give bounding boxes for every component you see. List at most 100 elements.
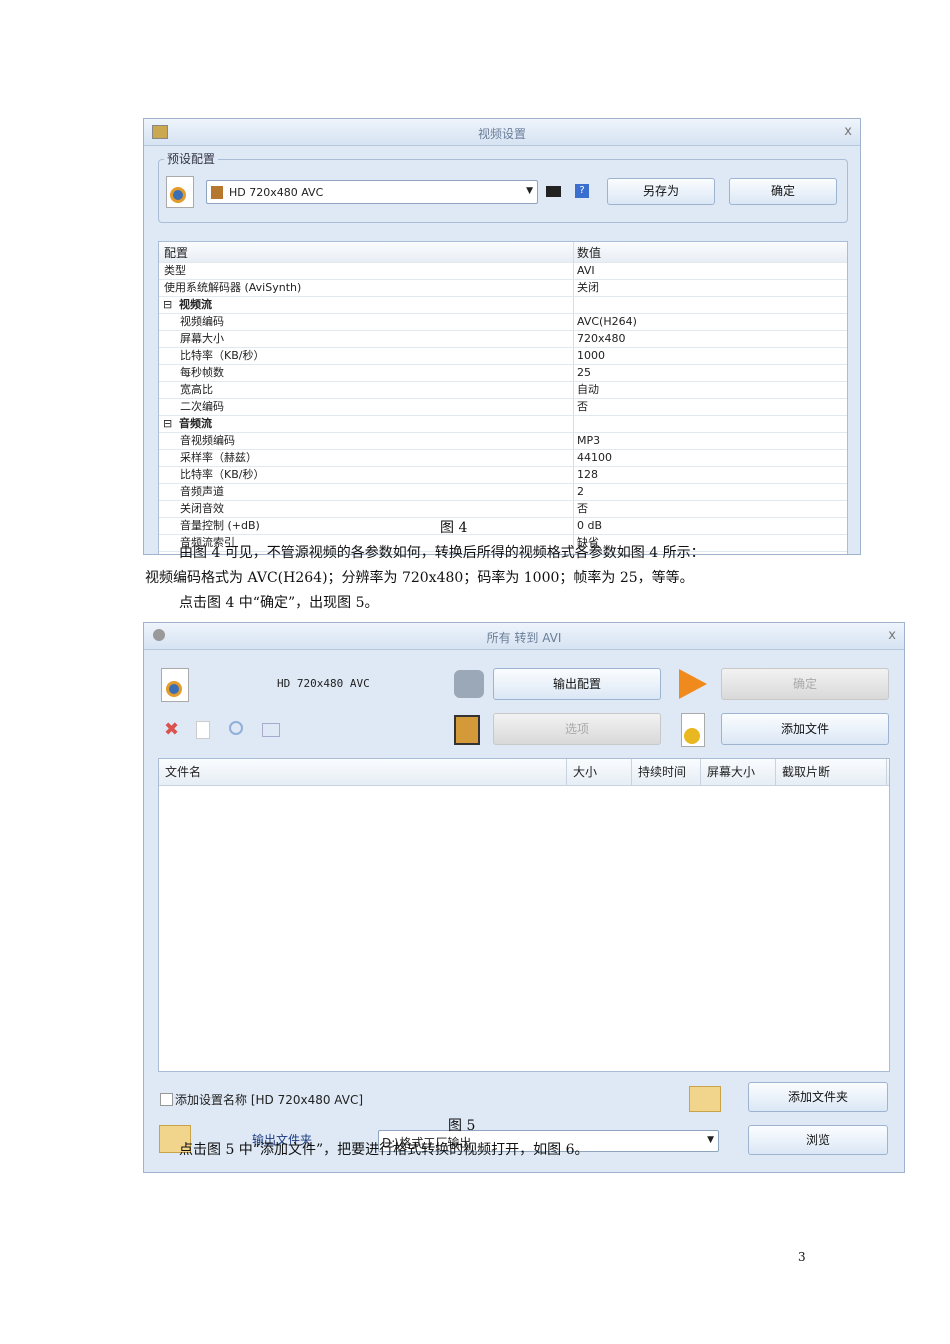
row-value: 1000 [577, 349, 605, 362]
row-value: AVI [577, 264, 595, 277]
file-list[interactable]: 文件名 大小 持续时间 屏幕大小 截取片断 [158, 758, 890, 1072]
remove-file-icon[interactable] [196, 721, 210, 739]
row-key: 关闭音效 [180, 502, 224, 515]
output-config-icon [454, 670, 484, 698]
row-key: 比特率（KB/秒） [180, 349, 265, 362]
grid-row[interactable]: 关闭音效 否 [159, 500, 847, 518]
preset-select[interactable]: HD 720x480 AVC ▼ [206, 180, 538, 204]
title-bar: 所有 转到 AVI x [144, 623, 904, 650]
video-settings-window: 视频设置 x 预设配置 HD 720x480 AVC ▼ ? 另存为 确定 配置… [143, 118, 861, 555]
preset-group-label: 预设配置 [164, 150, 219, 167]
row-key: 每秒帧数 [180, 366, 224, 379]
grid-row[interactable]: 视频编码 AVC(H264) [159, 313, 847, 331]
play-icon[interactable] [229, 721, 243, 735]
save-as-button[interactable]: 另存为 [607, 178, 715, 205]
add-folder-icon [689, 1086, 721, 1112]
row-key: 音频声道 [180, 485, 224, 498]
paragraph: 点击图 4 中“确定”，出现图 5。 [179, 595, 379, 611]
add-file-button[interactable]: 添加文件 [721, 713, 889, 745]
collapse-icon[interactable]: ⊟ [163, 415, 172, 432]
grid-row[interactable]: 类型 AVI [159, 262, 847, 280]
row-key: 视频流 [179, 298, 212, 311]
row-key: 比特率（KB/秒） [180, 468, 265, 481]
row-value: 0 dB [577, 519, 603, 532]
grid-row[interactable]: 音频声道 2 [159, 483, 847, 501]
collapse-icon[interactable]: ⊟ [163, 296, 172, 313]
grid-row[interactable]: 音视频编码 MP3 [159, 432, 847, 450]
ok-button[interactable]: 确定 [729, 178, 837, 205]
browse-button[interactable]: 浏览 [748, 1125, 888, 1155]
ok-button[interactable]: 确定 [721, 668, 889, 700]
add-setting-name-label: 添加设置名称 [HD 720x480 AVC] [175, 1093, 364, 1107]
preset-label: HD 720x480 AVC [277, 677, 370, 690]
add-file-icon [681, 713, 705, 747]
film-scissors-icon [454, 715, 480, 745]
column-size[interactable]: 大小 [567, 759, 632, 785]
row-key: 视频编码 [180, 315, 224, 328]
row-value: 关闭 [577, 281, 599, 294]
column-screen-size[interactable]: 屏幕大小 [701, 759, 776, 785]
chevron-down-icon: ▼ [707, 1135, 714, 1145]
grid-section-row[interactable]: ⊟ 视频流 [159, 296, 847, 314]
row-key: 音视频编码 [180, 434, 235, 447]
paragraph: 由图 4 可见，不管源视频的各参数如何，转换后所得的视频格式各参数如图 4 所示… [179, 545, 705, 561]
column-clip[interactable]: 截取片断 [776, 759, 887, 785]
close-icon[interactable]: x [844, 124, 852, 139]
grid-row[interactable]: 音量控制 (+dB) 0 dB [159, 517, 847, 535]
row-key: 屏幕大小 [180, 332, 224, 345]
row-value: 128 [577, 468, 598, 481]
delete-icon[interactable]: ✖ [164, 719, 179, 740]
grid-row[interactable]: 屏幕大小 720x480 [159, 330, 847, 348]
file-list-header: 文件名 大小 持续时间 屏幕大小 截取片断 [159, 759, 889, 786]
grid-row[interactable]: 采样率（赫兹） 44100 [159, 449, 847, 467]
arrow-right-icon [679, 669, 707, 699]
window-title: 所有 转到 AVI [486, 631, 562, 645]
convert-to-avi-window: 所有 转到 AVI x HD 720x480 AVC 输出配置 确定 ✖ 选项 … [143, 622, 905, 1173]
window-title: 视频设置 [477, 127, 526, 141]
output-config-button[interactable]: 输出配置 [493, 668, 661, 700]
column-duration[interactable]: 持续时间 [632, 759, 701, 785]
add-folder-button[interactable]: 添加文件夹 [748, 1082, 888, 1112]
grid-section-row[interactable]: ⊟ 音频流 [159, 415, 847, 433]
settings-grid: 配置 数值 类型 AVI 使用系统解码器 (AviSynth) 关闭 ⊟ 视频流视频编码 A… [158, 241, 848, 554]
row-value: AVC(H264) [577, 315, 637, 328]
column-filename[interactable]: 文件名 [159, 759, 567, 785]
row-value: 720x480 [577, 332, 626, 345]
row-key: 二次编码 [180, 400, 224, 413]
title-bar: 视频设置 x [144, 119, 860, 146]
add-setting-name-checkbox[interactable] [160, 1093, 173, 1106]
row-value: 否 [577, 400, 588, 413]
paragraph: 视频编码格式为 AVC(H264)；分辨率为 720x480；码率为 1000；… [145, 570, 694, 586]
grid-row[interactable]: 二次编码 否 [159, 398, 847, 416]
preset-value: HD 720x480 AVC [229, 186, 324, 199]
row-value: 44100 [577, 451, 612, 464]
grid-row[interactable]: 宽高比 自动 [159, 381, 847, 399]
row-value: 25 [577, 366, 591, 379]
figure-caption: 图 4 [440, 520, 468, 536]
options-button[interactable]: 选项 [493, 713, 661, 745]
document-page: 视频设置 x 预设配置 HD 720x480 AVC ▼ ? 另存为 确定 配置… [0, 0, 950, 1344]
row-value: 2 [577, 485, 584, 498]
row-key: 采样率（赫兹） [180, 451, 257, 464]
close-icon[interactable]: x [888, 628, 896, 643]
page-number: 3 [798, 1250, 806, 1264]
row-value: 自动 [577, 383, 599, 396]
console-icon[interactable] [546, 186, 561, 197]
help-icon[interactable]: ? [575, 184, 589, 198]
chevron-down-icon: ▼ [526, 186, 533, 196]
row-value: 否 [577, 502, 588, 515]
grid-header: 配置 数值 [159, 242, 847, 263]
figure-caption: 图 5 [448, 1118, 476, 1134]
column-config: 配置 [164, 246, 189, 260]
avi-file-icon [166, 176, 194, 208]
info-icon[interactable] [262, 723, 280, 737]
row-key: 使用系统解码器 (AviSynth) [164, 281, 302, 294]
row-key: 音量控制 (+dB) [180, 519, 260, 532]
avi-file-icon [161, 668, 189, 702]
paragraph: 点击图 5 中“添加文件”，把要进行格式转换的视频打开，如图 6。 [179, 1142, 589, 1158]
row-key: 类型 [164, 264, 186, 277]
grid-row[interactable]: 比特率（KB/秒） 1000 [159, 347, 847, 365]
grid-row[interactable]: 比特率（KB/秒） 128 [159, 466, 847, 484]
grid-row[interactable]: 每秒帧数 25 [159, 364, 847, 382]
grid-row[interactable]: 使用系统解码器 (AviSynth) 关闭 [159, 279, 847, 297]
